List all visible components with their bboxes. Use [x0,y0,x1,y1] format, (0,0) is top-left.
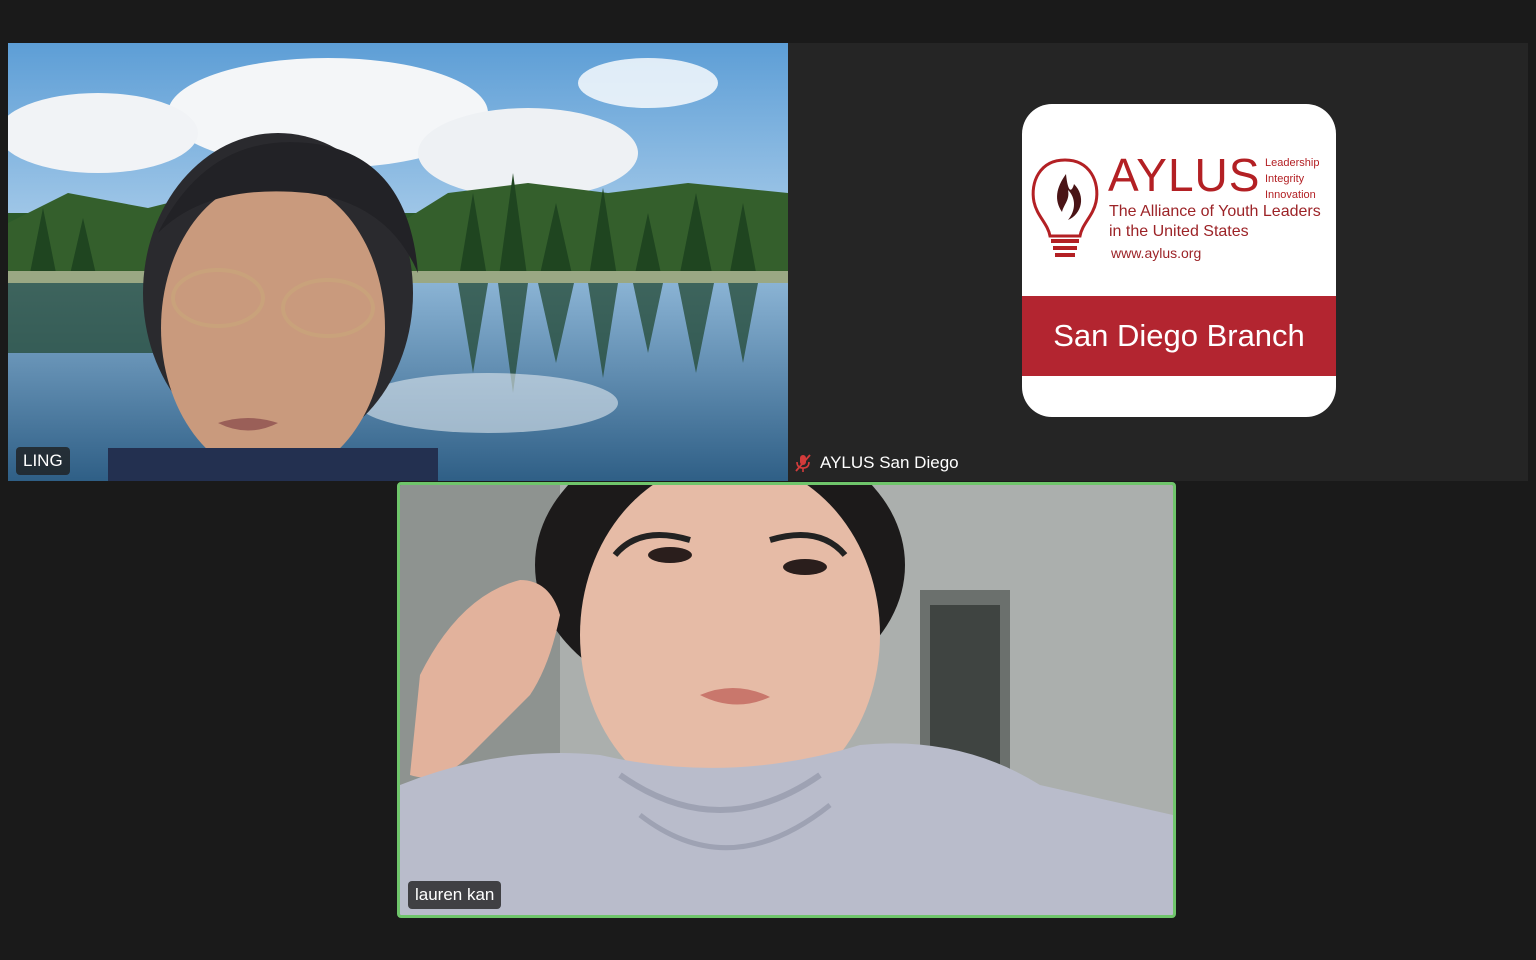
participant-name-label: AYLUS San Diego [820,453,959,472]
aylus-motto: Leadership Integrity Innovation [1265,157,1320,201]
video-tile-lauren-kan[interactable]: lauren kan [397,482,1176,918]
video-feed-ling [8,43,788,481]
aylus-full-name: The Alliance of Youth Leaders in the Uni… [1109,203,1321,240]
meeting-gallery: LING AYLUS Leadership Integrity Innovati… [0,0,1536,960]
aylus-logo: AYLUS Leadership Integrity Innovation Th… [1022,104,1336,417]
video-tile-ling[interactable]: LING [8,43,788,481]
participant-name-label: LING [16,447,70,475]
video-feed-lauren-kan [400,485,1173,915]
branch-banner: San Diego Branch [1022,296,1336,376]
aylus-url: www.aylus.org [1111,245,1202,261]
participant-name-label: lauren kan [408,881,502,909]
video-tile-aylus-san-diego[interactable]: AYLUS Leadership Integrity Innovation Th… [788,43,1528,481]
lightbulb-flame-icon [1031,158,1099,257]
microphone-muted-icon [794,453,812,473]
participant-name-row: AYLUS San Diego [794,453,959,473]
aylus-wordmark: AYLUS [1108,149,1261,201]
